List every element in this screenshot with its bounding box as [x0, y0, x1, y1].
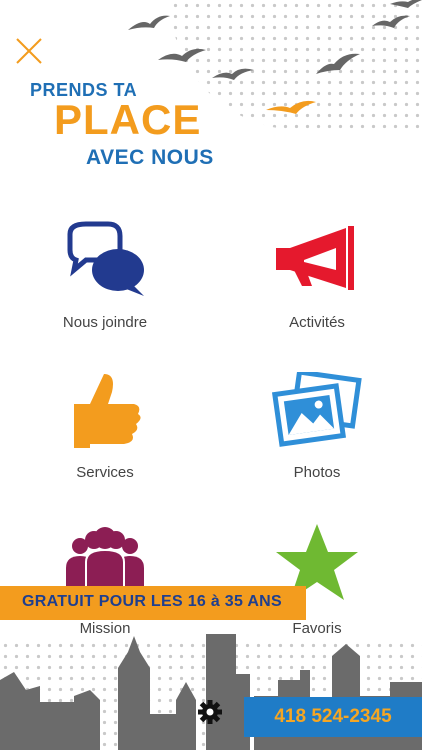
menu-label-nous-joindre: Nous joindre [62, 314, 148, 331]
phone-call-button[interactable]: 418 524-2345 [244, 697, 422, 737]
logo: PRENDS TA PLACE AVEC NOUS [28, 78, 248, 173]
menu-label-services: Services [76, 464, 134, 481]
promo-banner-text: GRATUIT POUR LES 16 à 35 ANS [22, 593, 283, 610]
close-icon[interactable] [12, 34, 46, 68]
thumbs-up-icon [74, 374, 141, 448]
megaphone-icon [276, 226, 354, 290]
chat-bubbles-icon [67, 221, 144, 296]
menu-label-photos: Photos [293, 464, 341, 481]
gear-icon[interactable] [196, 698, 224, 726]
logo-line-3: AVEC NOUS [86, 146, 214, 169]
photos-icon [272, 372, 362, 447]
menu-item-photos[interactable]: Photos [232, 370, 402, 500]
menu-item-nous-joindre[interactable]: Nous joindre [20, 220, 190, 350]
menu-item-activites[interactable]: Activités [232, 220, 402, 350]
menu-label-activites: Activités [289, 314, 345, 331]
menu-item-services[interactable]: Services [20, 370, 190, 500]
logo-line-2: PLACE [54, 96, 202, 143]
